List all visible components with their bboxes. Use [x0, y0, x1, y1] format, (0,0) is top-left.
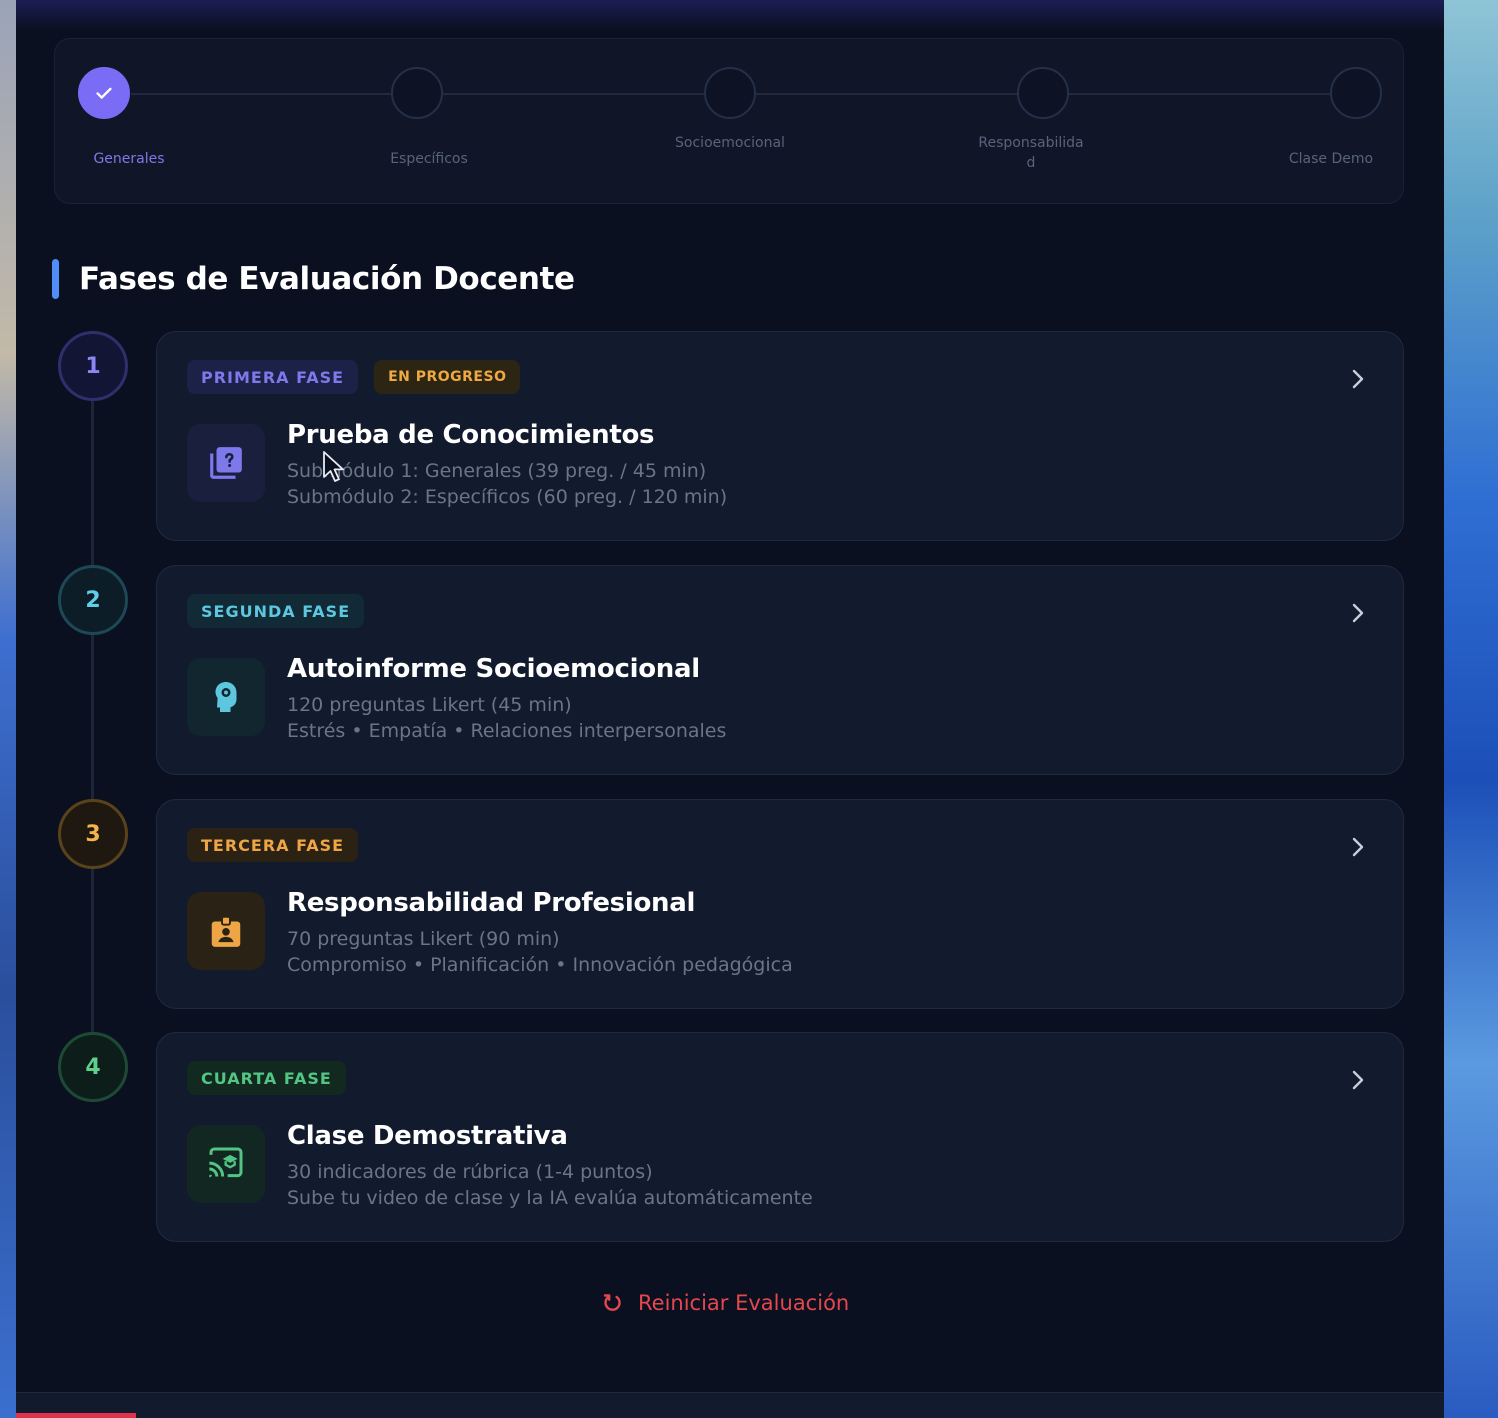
phase-title: Clase Demostrativa: [287, 1121, 568, 1151]
cast-for-education-icon: [209, 1147, 243, 1178]
phase-detail: Sube tu video de clase y la IA evalúa au…: [287, 1187, 813, 1209]
phase-icon-container: [187, 658, 265, 736]
page-title: Fases de Evaluación Docente: [79, 261, 575, 297]
step-generales[interactable]: Generales: [24, 67, 184, 169]
phase-icon-container: [187, 424, 265, 502]
phase-detail: Submódulo 1: Generales (39 preg. / 45 mi…: [287, 460, 707, 482]
step-label: Responsabilidad: [978, 135, 1084, 171]
check-icon: [96, 87, 112, 99]
phase-detail: Compromiso • Planificación • Innovación …: [287, 954, 793, 976]
timeline-connector: [91, 634, 94, 800]
phase-title: Responsabilidad Profesional: [287, 888, 696, 918]
step-especificos[interactable]: Específicos: [337, 67, 497, 169]
chevron-right-icon[interactable]: [1347, 1067, 1369, 1093]
psychology-icon: [215, 682, 237, 712]
reset-evaluation-button[interactable]: Reiniciar Evaluación: [600, 1286, 849, 1320]
phase-badge: CUARTA FASE: [187, 1061, 346, 1095]
phase-detail: 70 preguntas Likert (90 min): [287, 928, 560, 950]
phase-detail: 120 preguntas Likert (45 min): [287, 694, 572, 716]
phase-detail: 30 indicadores de rúbrica (1-4 puntos): [287, 1161, 653, 1183]
restart-icon: [603, 1294, 621, 1311]
header-glow: [16, 0, 1444, 30]
phase-badge: PRIMERA FASE: [187, 360, 359, 394]
chevron-right-icon[interactable]: [1347, 834, 1369, 860]
bottom-accent-indicator: [16, 1413, 136, 1418]
step-dot: [391, 67, 443, 119]
status-badge: EN PROGRESO: [374, 360, 521, 394]
phase-icon-container: [187, 1125, 265, 1203]
step-dot: [1017, 67, 1069, 119]
phase-detail: Submódulo 2: Específicos (60 preg. / 120…: [287, 486, 728, 508]
phase-icon-container: [187, 892, 265, 970]
timeline-connector: [91, 868, 94, 1033]
step-dot: [1330, 67, 1382, 119]
quiz-icon: [210, 447, 242, 479]
step-label: Clase Demo: [1288, 151, 1374, 167]
heading-accent-bar: [52, 259, 59, 299]
app-window: Generales Específicos Socioemocional Res…: [16, 0, 1444, 1418]
phase-number-1: 1: [58, 331, 128, 401]
step-label: Generales: [93, 151, 165, 167]
phase-title: Prueba de Conocimientos: [287, 420, 655, 450]
phase-number-4: 4: [58, 1032, 128, 1102]
phase-badge: SEGUNDA FASE: [187, 594, 365, 628]
step-responsabilidad[interactable]: Responsabilidad: [963, 67, 1123, 173]
section-heading: Fases de Evaluación Docente: [52, 258, 575, 300]
timeline-connector: [91, 400, 94, 566]
chevron-right-icon[interactable]: [1347, 366, 1369, 392]
phase-card-conocimientos[interactable]: PRIMERA FASE EN PROGRESO Prueba de Conoc…: [156, 331, 1404, 541]
badge-icon: [211, 915, 241, 947]
progress-stepper: Generales Específicos Socioemocional Res…: [54, 38, 1404, 204]
mouse-cursor-icon: [323, 451, 344, 482]
phase-title: Autoinforme Socioemocional: [287, 654, 700, 684]
phase-detail: Estrés • Empatía • Relaciones interperso…: [287, 720, 727, 742]
phase-card-socioemocional[interactable]: SEGUNDA FASE Autoinforme Socioemocional …: [156, 565, 1404, 775]
step-dot: [704, 67, 756, 119]
reset-label: Reiniciar Evaluación: [638, 1291, 850, 1315]
step-clase-demo[interactable]: Clase Demo: [1276, 67, 1436, 169]
phase-number-2: 2: [58, 565, 128, 635]
phase-badge: TERCERA FASE: [187, 828, 359, 862]
bottom-navigation-bar: [16, 1392, 1444, 1418]
step-label: Socioemocional: [675, 135, 785, 151]
chevron-right-icon[interactable]: [1347, 600, 1369, 626]
step-socioemocional[interactable]: Socioemocional: [650, 67, 810, 153]
phase-card-responsabilidad[interactable]: TERCERA FASE Responsabilidad Profesional…: [156, 799, 1404, 1009]
phase-number-3: 3: [58, 799, 128, 869]
step-dot-done: [78, 67, 130, 119]
phase-card-clase-demostrativa[interactable]: CUARTA FASE Clase Demostrativa 30 indica…: [156, 1032, 1404, 1242]
step-label: Específicos: [390, 151, 468, 167]
desktop-background-right: [1442, 0, 1498, 1418]
